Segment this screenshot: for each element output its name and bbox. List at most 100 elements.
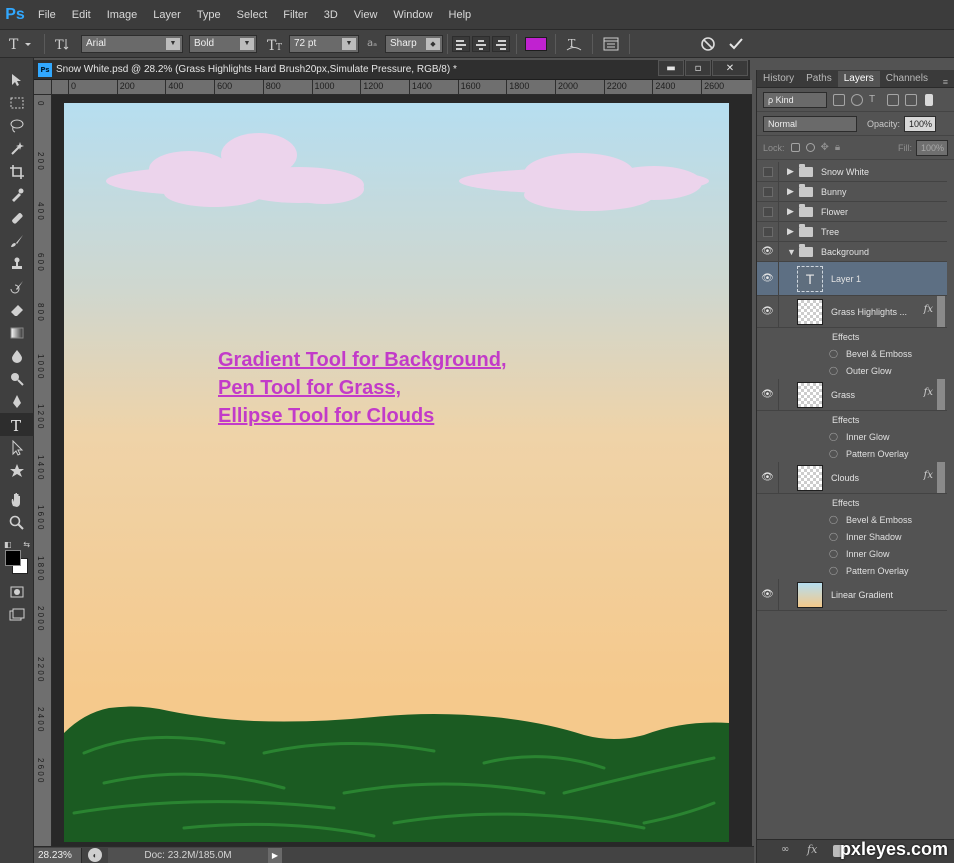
visibility-toggle[interactable] [757,162,779,181]
layer-row-grass[interactable]: 👁︎ Grass fx [757,379,947,411]
clone-stamp-tool-icon[interactable] [0,252,34,275]
ruler-origin[interactable] [34,80,52,95]
panel-menu-icon[interactable]: ≡ [943,77,954,87]
menu-layer[interactable]: Layer [145,0,189,30]
effect-item[interactable]: ◯ Pattern Overlay [757,445,947,462]
screen-mode-icon[interactable] [0,603,34,626]
opacity-field[interactable]: 100% [904,115,937,132]
layer-row-layer1[interactable]: 👁︎ T Layer 1 [757,262,947,296]
effect-visibility-eye-icon[interactable]: ◯ [829,549,838,558]
effects-expand-toggle[interactable] [937,379,945,410]
type-filter-icon[interactable]: T [869,94,881,106]
menu-help[interactable]: Help [441,0,480,30]
caret-right-icon[interactable]: ▶ [787,226,799,237]
layer-effects-fx-icon[interactable]: fx [924,387,933,398]
effect-visibility-eye-icon[interactable]: ◯ [829,366,838,375]
visibility-eye-icon[interactable]: 👁︎ [757,462,779,493]
dodge-tool-icon[interactable] [0,367,34,390]
status-info-icon[interactable]: ◐ [88,848,102,862]
layer-group-row[interactable]: 👁︎ ▼ Background [757,242,947,262]
brush-tool-icon[interactable] [0,229,34,252]
document-tab[interactable]: Ps Snow White.psd @ 28.2% (Grass Highlig… [34,60,750,80]
custom-shape-tool-icon[interactable] [0,459,34,482]
lock-all-icon[interactable]: 🔒︎ [835,142,840,153]
effect-item[interactable]: ◯ Inner Glow [757,545,947,562]
eyedropper-tool-icon[interactable] [0,183,34,206]
filter-toggle-icon[interactable] [925,93,933,106]
menu-3d[interactable]: 3D [316,0,346,30]
tab-layers[interactable]: Layers [837,71,880,87]
add-layer-style-icon[interactable]: fx [807,843,817,856]
visibility-eye-icon[interactable]: 👁︎ [757,242,779,261]
menu-view[interactable]: View [346,0,386,30]
image-canvas[interactable]: Gradient Tool for Background, Pen Tool f… [64,103,729,842]
align-center-button[interactable] [472,35,490,52]
effects-expand-toggle[interactable] [937,296,945,327]
menu-image[interactable]: Image [99,0,146,30]
layer-group-row[interactable]: ▶ Flower [757,202,947,222]
lasso-tool-icon[interactable] [0,114,34,137]
layer-kind-filter[interactable]: ρ Kind [763,91,827,108]
menu-window[interactable]: Window [385,0,440,30]
menu-filter[interactable]: Filter [275,0,315,30]
caret-right-icon[interactable]: ▶ [787,206,799,217]
foreground-color-swatch[interactable] [5,550,21,566]
effect-item[interactable]: ◯ Pattern Overlay [757,562,947,579]
warp-text-icon[interactable]: T [560,34,588,54]
move-tool-icon[interactable] [0,68,34,91]
lock-pixels-icon[interactable] [805,143,815,152]
quick-selection-tool-icon[interactable] [0,137,34,160]
align-right-button[interactable] [492,35,510,52]
effect-item[interactable]: ◯ Inner Shadow [757,528,947,545]
text-color-swatch[interactable] [525,36,547,51]
visibility-eye-icon[interactable]: 👁︎ [757,579,779,610]
swap-colors-icon[interactable]: ⇆ [23,540,30,549]
toolbar-grip[interactable] [0,58,33,68]
pixel-filter-icon[interactable] [833,93,845,106]
color-picker[interactable]: ◧ ⇆ [0,540,34,580]
zoom-tool-icon[interactable] [0,511,34,534]
adjustment-filter-icon[interactable] [851,93,863,106]
healing-brush-tool-icon[interactable] [0,206,34,229]
layer-row-linear_gradient[interactable]: 👁︎ Linear Gradient [757,579,947,611]
tab-channels[interactable]: Channels [880,71,934,87]
text-orientation-icon[interactable]: T [49,34,77,54]
history-brush-tool-icon[interactable] [0,275,34,298]
visibility-toggle[interactable] [757,182,779,201]
text-color-control[interactable] [521,36,551,51]
caret-right-icon[interactable]: ▶ [787,166,799,177]
effects-expand-toggle[interactable] [937,462,945,493]
canvas-text-layer[interactable]: Gradient Tool for Background, Pen Tool f… [218,346,507,430]
effect-item[interactable]: ◯ Inner Glow [757,428,947,445]
effect-item[interactable]: ◯ Bevel & Emboss [757,511,947,528]
pen-tool-icon[interactable] [0,390,34,413]
menu-file[interactable]: File [30,0,64,30]
effect-visibility-eye-icon[interactable]: ◯ [829,349,838,358]
effect-visibility-eye-icon[interactable]: ◯ [829,566,838,575]
tab-paths[interactable]: Paths [800,71,838,87]
path-selection-tool-icon[interactable] [0,436,34,459]
horizontal-ruler[interactable]: 0 200 400 600 800 1000 1200 1400 1600 1800 2000 220… [52,80,752,95]
gradient-tool-icon[interactable] [0,321,34,344]
effect-visibility-eye-icon[interactable]: ◯ [829,515,838,524]
zoom-level-field[interactable]: 28.23% [34,847,82,863]
align-left-button[interactable] [452,35,470,52]
type-tool-icon[interactable]: T [0,413,34,436]
visibility-eye-icon[interactable]: 👁︎ [757,262,779,295]
eraser-tool-icon[interactable] [0,298,34,321]
smart-object-filter-icon[interactable] [905,93,917,106]
fill-field[interactable]: 100% [916,139,948,156]
visibility-eye-icon[interactable]: 👁︎ [757,296,779,327]
crop-tool-icon[interactable] [0,160,34,183]
antialias-dropdown[interactable]: Sharp ◆ [385,34,443,53]
maximize-button[interactable]: ▫ [685,60,711,76]
layer-group-row[interactable]: ▶ Tree [757,222,947,242]
effect-item[interactable]: ◯ Bevel & Emboss [757,345,947,362]
effect-visibility-eye-icon[interactable]: ◯ [829,449,838,458]
hand-tool-icon[interactable] [0,488,34,511]
quick-mask-icon[interactable] [0,580,34,603]
font-size-dropdown[interactable]: 72 pt ▼ [289,34,359,53]
effect-visibility-eye-icon[interactable]: ◯ [829,432,838,441]
layer-group-row[interactable]: ▶ Bunny [757,182,947,202]
effect-visibility-eye-icon[interactable]: ◯ [829,532,838,541]
